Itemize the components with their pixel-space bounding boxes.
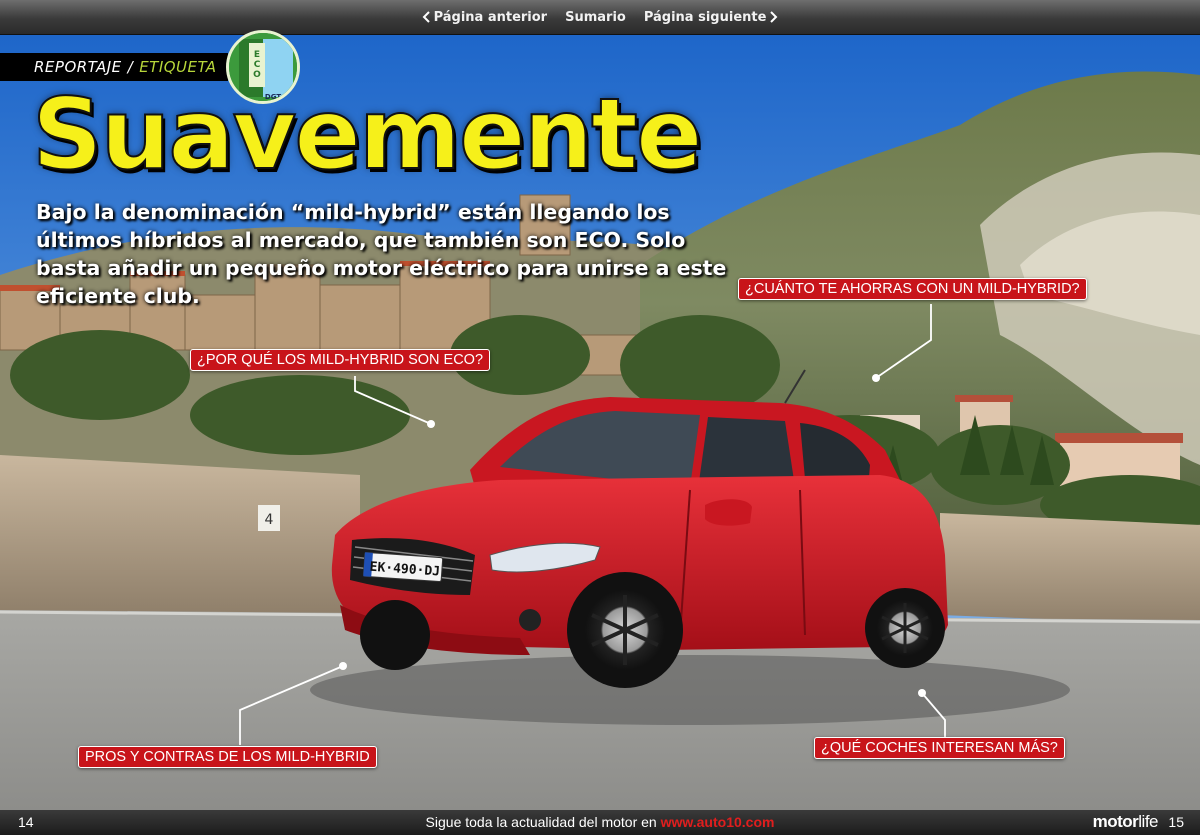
- svg-text:4: 4: [265, 512, 274, 528]
- next-page-link[interactable]: Página siguiente: [644, 10, 779, 25]
- svg-text:E: E: [254, 50, 260, 60]
- auto10-link[interactable]: www.auto10.com: [661, 814, 775, 830]
- motorlife-logo: motorlife: [1092, 812, 1159, 832]
- section-tag: REPORTAJE / ETIQUETA: [0, 53, 228, 81]
- svg-text:C: C: [254, 60, 261, 70]
- article-lede: Bajo la denominación “mild-hybrid” están…: [36, 200, 727, 308]
- section-separator: /: [127, 58, 134, 76]
- subsection-label: ETIQUETA: [139, 58, 217, 76]
- page-number-right: 15: [1168, 814, 1184, 830]
- chevron-right-icon: [770, 11, 778, 23]
- callout-which-cars-link[interactable]: ¿QUÉ COCHES INTERESAN MÁS?: [814, 737, 1065, 759]
- chevron-left-icon: [422, 11, 430, 23]
- section-label: REPORTAJE: [34, 58, 122, 76]
- footer-tagline-text: Sigue toda la actualidad del motor en: [425, 814, 657, 830]
- callout-pros-cons-link[interactable]: PROS Y CONTRAS DE LOS MILD-HYBRID: [78, 746, 377, 768]
- article-headline: Suavemente: [31, 78, 703, 192]
- callout-savings-link[interactable]: ¿CUÁNTO TE AHORRAS CON UN MILD-HYBRID?: [738, 278, 1087, 300]
- previous-page-label: Página anterior: [433, 9, 548, 25]
- summary-label: Sumario: [565, 9, 626, 25]
- brand-light-text: life: [1138, 812, 1158, 831]
- brand-bold-text: motor: [1092, 812, 1139, 831]
- footer-tagline: Sigue toda la actualidad del motor en ww…: [0, 814, 1200, 830]
- next-page-label: Página siguiente: [643, 9, 767, 25]
- previous-page-link[interactable]: Página anterior: [422, 9, 548, 25]
- summary-link[interactable]: Sumario: [565, 10, 626, 25]
- top-navigation-bar: Página anterior Sumario Página siguiente: [0, 0, 1200, 35]
- page-footer: 14 Sigue toda la actualidad del motor en…: [0, 810, 1200, 835]
- callout-why-eco-link[interactable]: ¿POR QUÉ LOS MILD-HYBRID SON ECO?: [190, 349, 491, 371]
